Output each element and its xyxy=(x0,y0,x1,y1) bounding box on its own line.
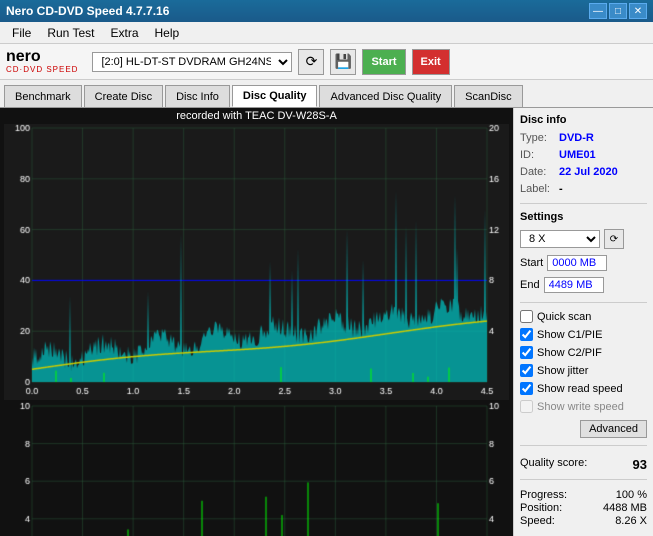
start-input[interactable] xyxy=(547,255,607,271)
tab-disc-quality[interactable]: Disc Quality xyxy=(232,85,318,107)
maximize-button[interactable]: □ xyxy=(609,3,627,19)
show-write-speed-checkbox xyxy=(520,400,533,413)
pi-errors-chart xyxy=(4,124,509,400)
show-jitter-row: Show jitter xyxy=(520,364,647,377)
progress-value: 100 % xyxy=(616,489,647,501)
divider-1 xyxy=(520,203,647,204)
nero-logo-sub: CD·DVD SPEED xyxy=(6,65,78,74)
minimize-button[interactable]: — xyxy=(589,3,607,19)
quality-score-label: Quality score: xyxy=(520,457,587,472)
show-read-speed-row: Show read speed xyxy=(520,382,647,395)
show-read-speed-label: Show read speed xyxy=(537,383,623,395)
show-write-speed-row: Show write speed xyxy=(520,400,647,413)
nero-logo-text: nero xyxy=(6,49,78,65)
date-label: Date: xyxy=(520,166,555,178)
disc-info-title: Disc info xyxy=(520,114,647,126)
menu-bar: File Run Test Extra Help xyxy=(0,22,653,44)
show-jitter-label: Show jitter xyxy=(537,365,588,377)
show-c1pie-checkbox[interactable] xyxy=(520,328,533,341)
quality-score-row: Quality score: 93 xyxy=(520,457,647,472)
divider-4 xyxy=(520,479,647,480)
toolbar: nero CD·DVD SPEED [2:0] HL-DT-ST DVDRAM … xyxy=(0,44,653,80)
tab-create-disc[interactable]: Create Disc xyxy=(84,85,163,107)
divider-2 xyxy=(520,302,647,303)
show-c2pif-label: Show C2/PIF xyxy=(537,347,602,359)
quick-scan-label: Quick scan xyxy=(537,311,591,323)
tab-benchmark[interactable]: Benchmark xyxy=(4,85,82,107)
quick-scan-checkbox[interactable] xyxy=(520,310,533,323)
end-label: End xyxy=(520,279,540,291)
show-jitter-checkbox[interactable] xyxy=(520,364,533,377)
tab-scan-disc[interactable]: ScanDisc xyxy=(454,85,522,107)
id-value: UME01 xyxy=(559,149,596,161)
exit-button[interactable]: Exit xyxy=(412,49,450,75)
menu-extra[interactable]: Extra xyxy=(102,24,146,42)
right-panel: Disc info Type: DVD-R ID: UME01 Date: 22… xyxy=(513,108,653,536)
window-controls: — □ ✕ xyxy=(589,3,647,19)
speed-selector[interactable]: 8 X xyxy=(520,230,600,248)
progress-section: Progress: 100 % Position: 4488 MB Speed:… xyxy=(520,489,647,527)
main-content: recorded with TEAC DV-W28S-A PI Errors A… xyxy=(0,108,653,536)
quick-scan-row: Quick scan xyxy=(520,310,647,323)
start-label: Start xyxy=(520,257,543,269)
divider-3 xyxy=(520,445,647,446)
show-c1pie-label: Show C1/PIE xyxy=(537,329,602,341)
show-write-speed-label: Show write speed xyxy=(537,401,624,413)
settings-refresh-icon[interactable]: ⟳ xyxy=(604,229,624,249)
close-button[interactable]: ✕ xyxy=(629,3,647,19)
label-value: - xyxy=(559,183,563,195)
refresh-icon[interactable]: ⟳ xyxy=(298,49,324,75)
progress-label: Progress: xyxy=(520,489,567,501)
show-c2pif-checkbox[interactable] xyxy=(520,346,533,359)
chart-header: recorded with TEAC DV-W28S-A xyxy=(4,110,509,122)
speed-value: 8.26 X xyxy=(615,515,647,527)
end-input[interactable] xyxy=(544,277,604,293)
pi-failures-chart xyxy=(4,402,509,536)
tab-disc-info[interactable]: Disc Info xyxy=(165,85,230,107)
menu-run-test[interactable]: Run Test xyxy=(39,24,102,42)
date-value: 22 Jul 2020 xyxy=(559,166,618,178)
start-button[interactable]: Start xyxy=(362,49,405,75)
drive-selector[interactable]: [2:0] HL-DT-ST DVDRAM GH24NSD0 LH00 xyxy=(92,52,292,72)
position-label: Position: xyxy=(520,502,562,514)
id-label: ID: xyxy=(520,149,555,161)
quality-score-value: 93 xyxy=(633,457,647,472)
type-value: DVD-R xyxy=(559,132,594,144)
menu-help[interactable]: Help xyxy=(147,24,188,42)
advanced-button[interactable]: Advanced xyxy=(580,420,647,438)
nero-logo: nero CD·DVD SPEED xyxy=(6,49,78,74)
show-c1pie-row: Show C1/PIE xyxy=(520,328,647,341)
show-c2pif-row: Show C2/PIF xyxy=(520,346,647,359)
show-read-speed-checkbox[interactable] xyxy=(520,382,533,395)
tab-advanced-disc-quality[interactable]: Advanced Disc Quality xyxy=(319,85,452,107)
title-bar: Nero CD-DVD Speed 4.7.7.16 — □ ✕ xyxy=(0,0,653,22)
position-value: 4488 MB xyxy=(603,502,647,514)
save-icon[interactable]: 💾 xyxy=(330,49,356,75)
app-title: Nero CD-DVD Speed 4.7.7.16 xyxy=(6,4,169,18)
menu-file[interactable]: File xyxy=(4,24,39,42)
label-label: Label: xyxy=(520,183,555,195)
speed-label: Speed: xyxy=(520,515,555,527)
tab-bar: Benchmark Create Disc Disc Info Disc Qua… xyxy=(0,80,653,108)
settings-title: Settings xyxy=(520,211,647,223)
type-label: Type: xyxy=(520,132,555,144)
